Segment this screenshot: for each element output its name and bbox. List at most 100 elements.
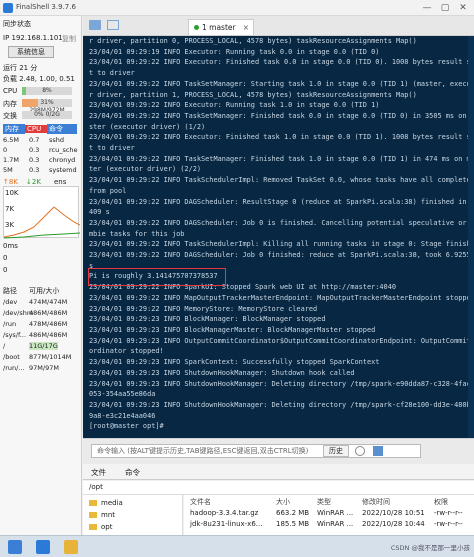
options-icon[interactable] (355, 446, 365, 456)
terminal-line: r driver, partition 1, PROCESS_LOCAL, 45… (89, 90, 417, 99)
cpu-usage-value: 8% (42, 87, 52, 94)
disk-header-path: 路径 (3, 287, 17, 295)
disk-size: 877M/1014M (29, 353, 72, 361)
file-header-type[interactable]: 类型 (317, 497, 331, 507)
uptime: 运行 21 分 (3, 64, 38, 72)
terminal-output[interactable]: r driver, partition 0, PROCESS_LOCAL, 45… (83, 36, 474, 438)
process-row[interactable]: 6.5M 0.7 sshd (3, 136, 64, 144)
latency-tick: 0 (3, 254, 8, 262)
sync-status: 同步状态 (3, 20, 31, 28)
send-icon[interactable] (373, 446, 383, 456)
file-path-bar[interactable]: /opt (83, 481, 474, 495)
disk-row: /sys/f... 486M/486M (3, 331, 67, 339)
disk-size: 486M/486M (29, 309, 68, 317)
disk-size: 97M/97M (29, 364, 59, 372)
process-table-header: 内存 CPU 命令 (3, 124, 79, 134)
system-info-button[interactable]: 系统信息 (8, 46, 54, 58)
copy-ip-link[interactable]: 复制 (62, 34, 76, 44)
process-mem: 1.7M (3, 156, 19, 164)
process-header-cpu[interactable]: CPU (25, 125, 47, 133)
file-time: 2022/10/28 10:44 (362, 520, 425, 528)
process-row[interactable]: 1.7M 0.3 chronyd (3, 156, 75, 164)
terminal-scrollbar[interactable] (468, 36, 474, 438)
folder-icon (89, 524, 97, 530)
file-permission: -rw-r--r-- (434, 509, 463, 517)
terminal-line: 23/04/01 09:29:22 INFO TaskSchedulerImpl… (89, 240, 474, 249)
disk-size: 474M/474M (29, 298, 68, 306)
net-interface-select[interactable]: ens (54, 178, 66, 186)
terminal-line: mbie tasks for this job (89, 229, 185, 238)
terminal-line: ster (executor driver) (1/2) (89, 122, 206, 131)
disk-size: 486M/486M (29, 331, 68, 339)
file-type: WinRAR ... (317, 509, 354, 517)
cpu-label: CPU (3, 87, 18, 95)
swap-label: 交换 (3, 112, 17, 120)
explorer-taskbar-icon[interactable] (64, 540, 78, 554)
process-mem: 6.5M (3, 136, 19, 144)
process-mem: 0 (3, 146, 8, 154)
disk-row: /dev/shm486M/486M (3, 309, 67, 317)
file-permission: -rw-r--r-- (434, 520, 463, 528)
tab-commands[interactable]: 命令 (125, 467, 140, 478)
close-button[interactable]: ✕ (454, 2, 472, 14)
title-bar: FinalShell 3.9.7.6 — ▢ ✕ (0, 0, 474, 16)
process-header-cmd[interactable]: 命令 (47, 124, 77, 134)
terminal-line: 23/04/01 09:29:22 INFO TaskSetManager: S… (89, 79, 474, 88)
disk-header-size: 可用/大小 (29, 287, 60, 295)
terminal-line: 9a8-e3c21e4aa046 (89, 411, 156, 420)
disk-path: /run/... (3, 364, 25, 372)
net-scale-mid: 7K (5, 205, 15, 213)
start-icon[interactable] (8, 540, 22, 554)
file-header-permission[interactable]: 权限 (434, 497, 448, 507)
file-header-name[interactable]: 文件名 (190, 497, 211, 507)
maximize-button[interactable]: ▢ (436, 2, 454, 14)
command-bar: 命令输入 (按ALT键提示历史,TAB键路径,ESC键返回,双击CTRL切换) … (83, 438, 474, 464)
swap-usage-bar: 0% 0/2G (22, 111, 72, 119)
terminal-line: 23/04/01 09:29:23 INFO OutputCommitCoord… (89, 336, 474, 345)
memory-usage-bar: 31% 298M/972M (22, 99, 72, 114)
file-type: WinRAR ... (317, 520, 354, 528)
tab-files[interactable]: 文件 (91, 467, 106, 478)
tree-item[interactable]: mnt (89, 511, 115, 519)
terminal-line: 23/04/01 09:29:23 INFO ShutdownHookManag… (89, 368, 355, 377)
process-row[interactable]: 5M 0.3 systemd (3, 166, 77, 174)
file-header-size[interactable]: 大小 (276, 497, 290, 507)
net-scale-low: 3K (5, 221, 15, 229)
tree-item-label: opt (101, 523, 113, 531)
tab-label: 1 master (202, 23, 236, 32)
terminal-line: 23/04/01 09:29:22 INFO MapOutputTrackerM… (89, 293, 474, 302)
tab-session-master[interactable]: 1 master × (188, 19, 254, 35)
disk-row: /dev 474M/474M (3, 298, 67, 306)
file-size: 185.5 MB (276, 520, 310, 528)
disk-path: / (3, 342, 6, 350)
layout-icon[interactable] (107, 20, 119, 30)
process-row[interactable]: 0 0.3 rcu_sche (3, 146, 78, 154)
os-taskbar: CSDN @我不是那一里小孩 (0, 535, 474, 557)
latency-tick: 0 (3, 266, 8, 274)
terminal-line: 053-354aa55e86da (89, 390, 156, 399)
file-list: 文件名 大小 类型 修改时间 权限 hadoop-3.3.4.tar.gz 66… (184, 495, 474, 535)
history-button[interactable]: 历史 (323, 445, 349, 457)
terminal-line: 23/04/01 09:29:22 INFO DAGScheduler: Job… (89, 218, 474, 227)
minimize-button[interactable]: — (418, 2, 436, 14)
tree-item-label: media (101, 499, 123, 507)
system-monitor-panel: 同步状态 IP 192.168.1.101 复制 系统信息 运行 21 分 负载… (0, 16, 82, 535)
memory-usage-value: 31% (40, 99, 54, 106)
close-tab-icon[interactable]: × (243, 20, 249, 35)
process-header-mem[interactable]: 内存 (3, 124, 25, 134)
finalshell-taskbar-icon[interactable] (36, 540, 50, 554)
terminal-line: 23/04/01 09:29:22 INFO TaskSetManager: F… (89, 154, 474, 163)
terminal-line: 409 s (89, 208, 110, 217)
net-upload-rate: ↑8K (3, 178, 18, 186)
finalshell-logo-icon (3, 3, 13, 13)
pi-result-highlight (88, 268, 226, 286)
folder-icon[interactable] (89, 20, 101, 30)
file-header-time[interactable]: 修改时间 (362, 497, 390, 507)
tree-item[interactable]: opt (89, 523, 112, 531)
terminal-line: ter (executor driver) (2/2) (89, 165, 202, 174)
connected-status-icon (194, 25, 199, 30)
command-input[interactable]: 命令输入 (按ALT键提示历史,TAB键路径,ESC键返回,双击CTRL切换) (91, 444, 421, 458)
terminal-line: ordinator stopped! (89, 347, 164, 356)
session-tab-strip: 1 master × (83, 16, 474, 36)
tree-item[interactable]: media (89, 499, 123, 507)
